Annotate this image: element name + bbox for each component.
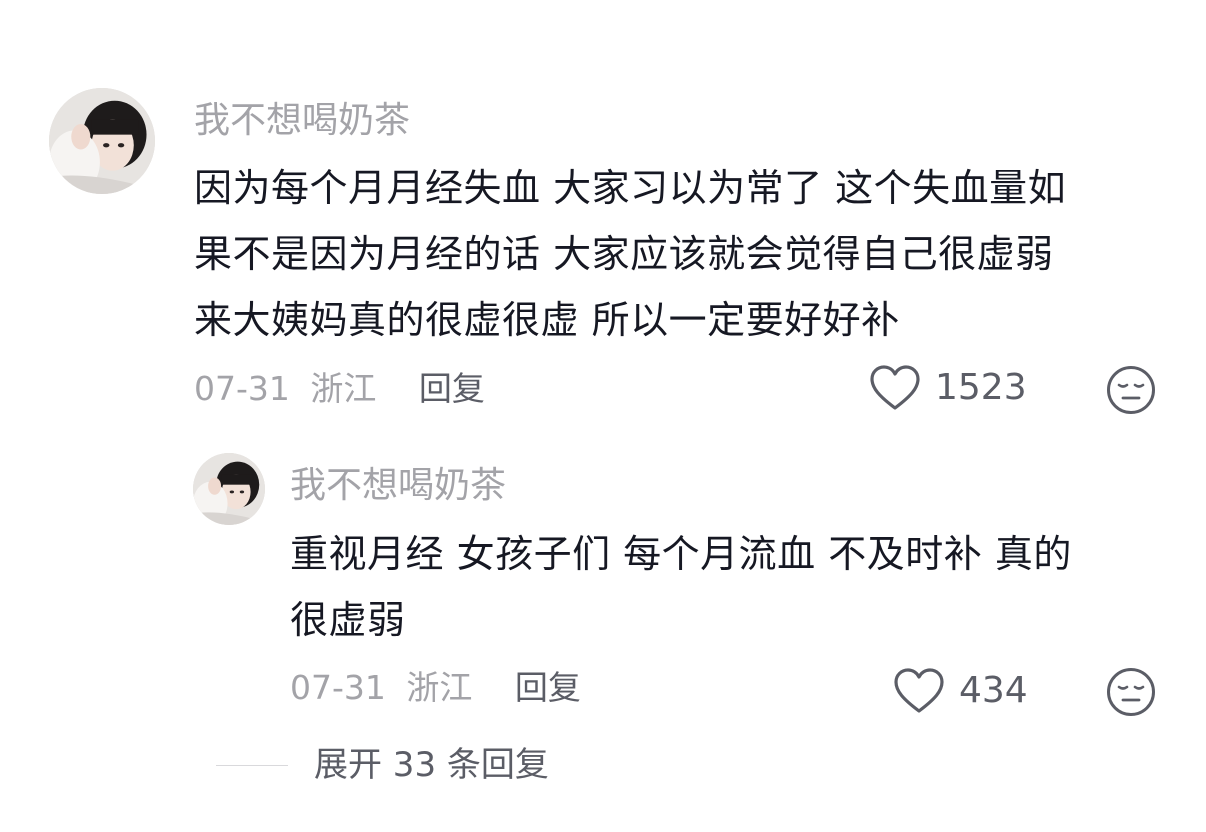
reply-date: 07-31 xyxy=(290,668,386,707)
expand-replies-button[interactable]: 展开 33 条回复 xyxy=(216,748,549,782)
divider xyxy=(216,764,288,766)
reply-content: 重视月经 女孩子们 每个月流血 不及时补 真的 很虚弱 xyxy=(290,521,1072,653)
avatar-photo xyxy=(193,453,265,525)
avatar[interactable] xyxy=(49,88,155,194)
reply-content-line: 重视月经 女孩子们 每个月流血 不及时补 真的 xyxy=(290,532,1072,576)
expressionless-face-icon xyxy=(1107,366,1155,414)
reply-avatar[interactable] xyxy=(193,453,265,525)
reply-like-count: 434 xyxy=(959,670,1028,711)
comment-like-count: 1523 xyxy=(935,367,1027,408)
comment-content: 因为每个月月经失血 大家习以为常了 这个失血量如 果不是因为月经的话 大家应该就… xyxy=(194,155,1066,353)
reply-username[interactable]: 我不想喝奶茶 xyxy=(290,468,506,504)
comment-reply-button[interactable]: 回复 xyxy=(419,369,485,408)
comment-meta: 07-31 浙江 回复 xyxy=(194,372,485,405)
comment-like-button[interactable]: 1523 xyxy=(869,364,1027,412)
comment-content-line: 因为每个月月经失血 大家习以为常了 这个失血量如 xyxy=(194,166,1067,210)
comment-username[interactable]: 我不想喝奶茶 xyxy=(194,103,410,139)
reply-meta: 07-31 浙江 回复 xyxy=(290,671,581,704)
reply-like-button[interactable]: 434 xyxy=(893,667,1028,715)
comment-content-line: 果不是因为月经的话 大家应该就会觉得自己很虚弱 xyxy=(194,232,1054,276)
reply-emoji-button[interactable] xyxy=(1106,667,1156,717)
comment-thread: 我不想喝奶茶 因为每个月月经失血 大家习以为常了 这个失血量如 果不是因为月经的… xyxy=(0,0,1206,832)
comment-date: 07-31 xyxy=(194,369,290,408)
avatar-photo xyxy=(49,88,155,194)
comment-content-line: 来大姨妈真的很虚很虚 所以一定要好好补 xyxy=(194,298,900,342)
reply-reply-button[interactable]: 回复 xyxy=(515,668,581,707)
expressionless-face-icon xyxy=(1107,668,1155,716)
comment-location: 浙江 xyxy=(310,369,377,408)
expand-replies-label: 展开 33 条回复 xyxy=(314,745,549,785)
reply-location: 浙江 xyxy=(406,668,473,707)
comment-emoji-button[interactable] xyxy=(1106,365,1156,415)
heart-outline-icon xyxy=(870,365,920,410)
reply-content-line: 很虚弱 xyxy=(290,598,406,642)
heart-outline-icon xyxy=(894,668,944,713)
